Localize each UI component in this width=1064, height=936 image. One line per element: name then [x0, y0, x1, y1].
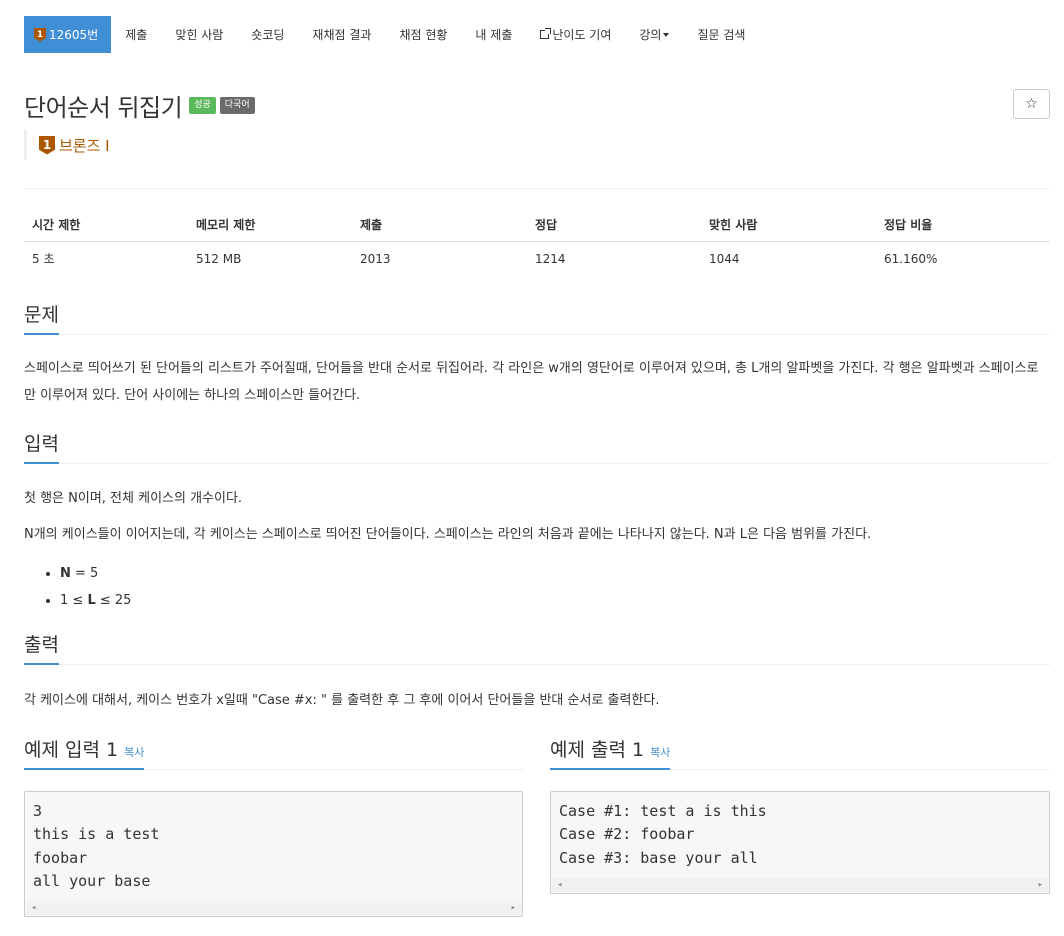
var-l: L [87, 593, 96, 608]
horizontal-scrollbar[interactable] [552, 878, 1048, 892]
nav-tab-difficulty-label: 난이도 기여 [552, 28, 612, 42]
code-line: Case #3: base your all [559, 848, 758, 867]
sample-input-box[interactable]: 3 this is a test foobar all your base [24, 791, 523, 917]
output-description: 각 케이스에 대해서, 케이스 번호가 x일때 "Case #x: " 를 출력… [24, 693, 660, 708]
value-time-limit: 5 초 [32, 252, 55, 266]
copy-output-link[interactable]: 복사 [650, 746, 670, 759]
value-ratio: 61.160% [884, 251, 938, 266]
problem-heading: 문제 [24, 300, 59, 335]
list-item: 1 ≤ L ≤ 25 [60, 587, 131, 614]
nav-tab-problem[interactable]: 1 12605번 [24, 16, 112, 53]
input-description-2: N개의 케이스들이 이어지는데, 각 케이스는 스페이스로 띄어진 단어들이다.… [24, 527, 872, 542]
divider [24, 188, 1050, 189]
var-n: N [60, 566, 71, 581]
nav-tab-my-submissions[interactable]: 내 제출 [461, 16, 526, 53]
nav-tab-lectures[interactable]: 강의 [625, 16, 683, 53]
header-accepted: 정답 [527, 208, 701, 242]
nav-tab-problem-label: 12605번 [49, 28, 99, 42]
page-title: 단어순서 뒤집기 [24, 94, 183, 122]
nav-tab-short-coding[interactable]: 숏코딩 [237, 16, 298, 53]
multilang-badge: 다국어 [219, 97, 255, 114]
limit-2-post: ≤ 25 [95, 593, 132, 608]
bronze-tier-icon: 1 [39, 135, 55, 155]
header-memory-limit: 메모리 제한 [188, 208, 352, 242]
limit-2-pre: 1 ≤ [60, 593, 88, 608]
sample-output-box[interactable]: Case #1: test a is this Case #2: foobar … [550, 791, 1050, 894]
sample-input-heading: 예제 입력 1 복사 [24, 735, 145, 770]
header-ratio: 정답 비율 [876, 208, 1050, 242]
input-heading: 입력 [24, 429, 59, 464]
table-header-row: 시간 제한 메모리 제한 제출 정답 맞힌 사람 정답 비율 [24, 208, 1050, 242]
star-button[interactable]: ☆ [1013, 89, 1050, 119]
title-row: 단어순서 뒤집기 성공 다국어 [24, 88, 255, 123]
header-time-limit: 시간 제한 [24, 208, 188, 242]
problem-nav: 1 12605번 제출 맞힌 사람 숏코딩 재채점 결과 채점 현황 내 제출 … [24, 16, 759, 53]
sample-output-heading: 예제 출력 1 복사 [550, 735, 671, 770]
list-item: N = 5 [60, 560, 131, 587]
header-submissions: 제출 [352, 208, 527, 242]
problem-info-table: 시간 제한 메모리 제한 제출 정답 맞힌 사람 정답 비율 5 초 512 M… [24, 208, 1050, 275]
limit-list: N = 5 1 ≤ L ≤ 25 [60, 560, 131, 614]
value-accepted: 1214 [535, 251, 566, 266]
value-submissions: 2013 [360, 251, 391, 266]
success-badge: 성공 [189, 97, 216, 114]
sample-input-head: 예제 입력 1 복사 [24, 735, 523, 770]
nav-tab-difficulty[interactable]: 난이도 기여 [526, 16, 625, 53]
nav-tab-status[interactable]: 채점 현황 [385, 16, 461, 53]
nav-tab-submit[interactable]: 제출 [111, 16, 161, 53]
nav-tab-lectures-label: 강의 [639, 28, 662, 42]
problem-section-head: 문제 [24, 300, 1050, 335]
code-line: 3 [33, 802, 43, 820]
tier-label[interactable]: 브론즈 I [59, 135, 110, 156]
value-memory-limit: 512 MB [196, 251, 242, 266]
limit-1-rest: = 5 [70, 566, 99, 581]
problem-description: 스페이스로 띄어쓰기 된 단어들의 리스트가 주어질때, 단어들을 반대 순서로… [24, 361, 1039, 403]
code-line: all your base [33, 871, 151, 890]
code-line: this is a test [33, 825, 160, 844]
copy-input-link[interactable]: 복사 [124, 746, 144, 759]
input-section-head: 입력 [24, 429, 1050, 464]
caret-down-icon [663, 32, 670, 37]
value-solvers: 1044 [709, 251, 740, 266]
horizontal-scrollbar[interactable] [26, 901, 521, 915]
nav-tab-questions[interactable]: 질문 검색 [683, 16, 759, 53]
input-description-1: 첫 행은 N이며, 전체 케이스의 개수이다. [24, 491, 243, 506]
code-line: foobar [33, 848, 88, 867]
sample-output-head: 예제 출력 1 복사 [550, 735, 1050, 770]
external-link-icon [540, 28, 552, 39]
bronze-tier-icon: 1 [34, 27, 46, 42]
header-solvers: 맞힌 사람 [701, 208, 876, 242]
nav-tab-solvers[interactable]: 맞힌 사람 [161, 16, 237, 53]
code-line: Case #2: foobar [559, 825, 695, 844]
table-row: 5 초 512 MB 2013 1214 1044 61.160% [24, 242, 1050, 276]
sample-input-title: 예제 입력 1 [24, 739, 119, 761]
tier-row: 1 브론즈 I [24, 130, 110, 160]
nav-tab-rejudge[interactable]: 재채점 결과 [298, 16, 385, 53]
sample-output-title: 예제 출력 1 [550, 739, 645, 761]
output-section-head: 출력 [24, 630, 1050, 665]
code-line: Case #1: test a is this [559, 802, 767, 820]
output-heading: 출력 [24, 630, 59, 665]
